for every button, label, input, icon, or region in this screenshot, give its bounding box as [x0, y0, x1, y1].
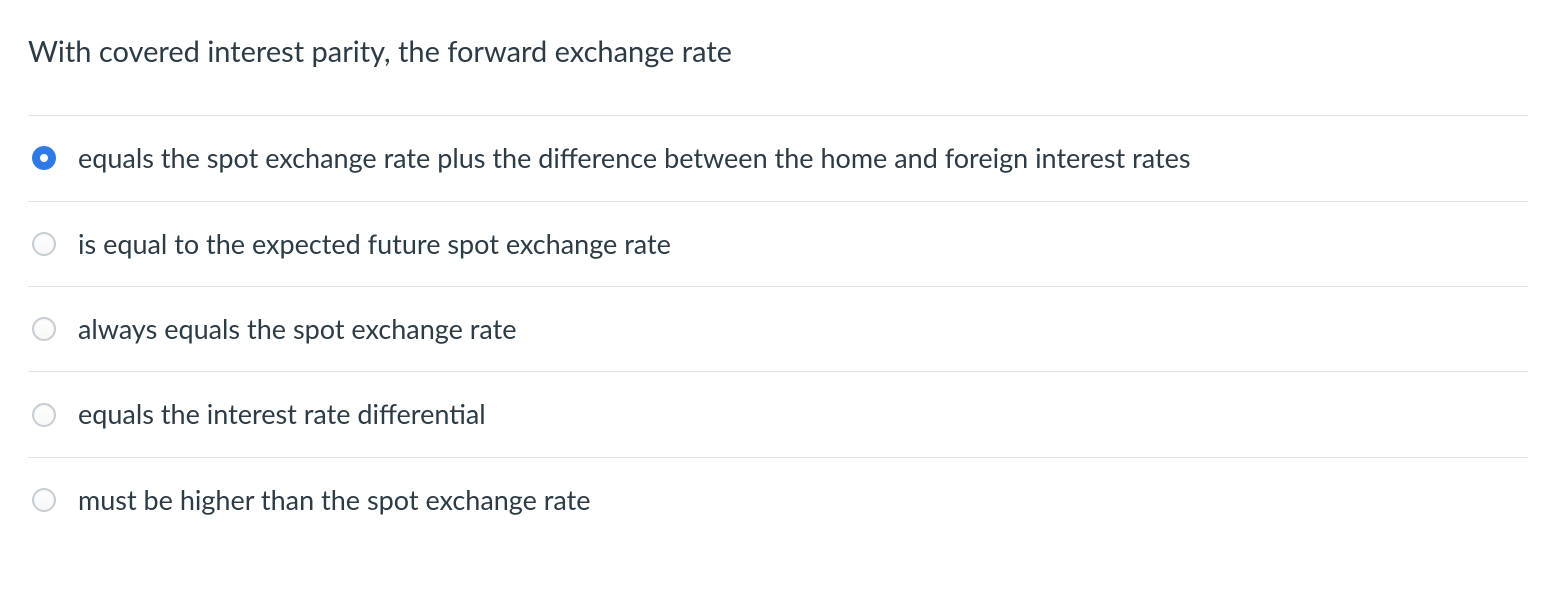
radio-icon[interactable]: [32, 232, 56, 256]
radio-icon[interactable]: [32, 317, 56, 341]
radio-icon[interactable]: [32, 403, 56, 427]
option-row-0[interactable]: equals the spot exchange rate plus the d…: [28, 116, 1528, 201]
option-row-3[interactable]: equals the interest rate differential: [28, 372, 1528, 457]
option-label: always equals the spot exchange rate: [78, 311, 517, 347]
option-label: must be higher than the spot exchange ra…: [78, 482, 591, 518]
options-list: equals the spot exchange rate plus the d…: [28, 115, 1528, 542]
radio-icon[interactable]: [32, 146, 56, 170]
question-text: With covered interest parity, the forwar…: [28, 32, 1528, 71]
option-label: is equal to the expected future spot exc…: [78, 226, 671, 262]
option-label: equals the interest rate differential: [78, 396, 486, 432]
option-row-2[interactable]: always equals the spot exchange rate: [28, 287, 1528, 372]
option-row-4[interactable]: must be higher than the spot exchange ra…: [28, 458, 1528, 542]
radio-icon[interactable]: [32, 488, 56, 512]
option-label: equals the spot exchange rate plus the d…: [78, 140, 1191, 176]
option-row-1[interactable]: is equal to the expected future spot exc…: [28, 202, 1528, 287]
